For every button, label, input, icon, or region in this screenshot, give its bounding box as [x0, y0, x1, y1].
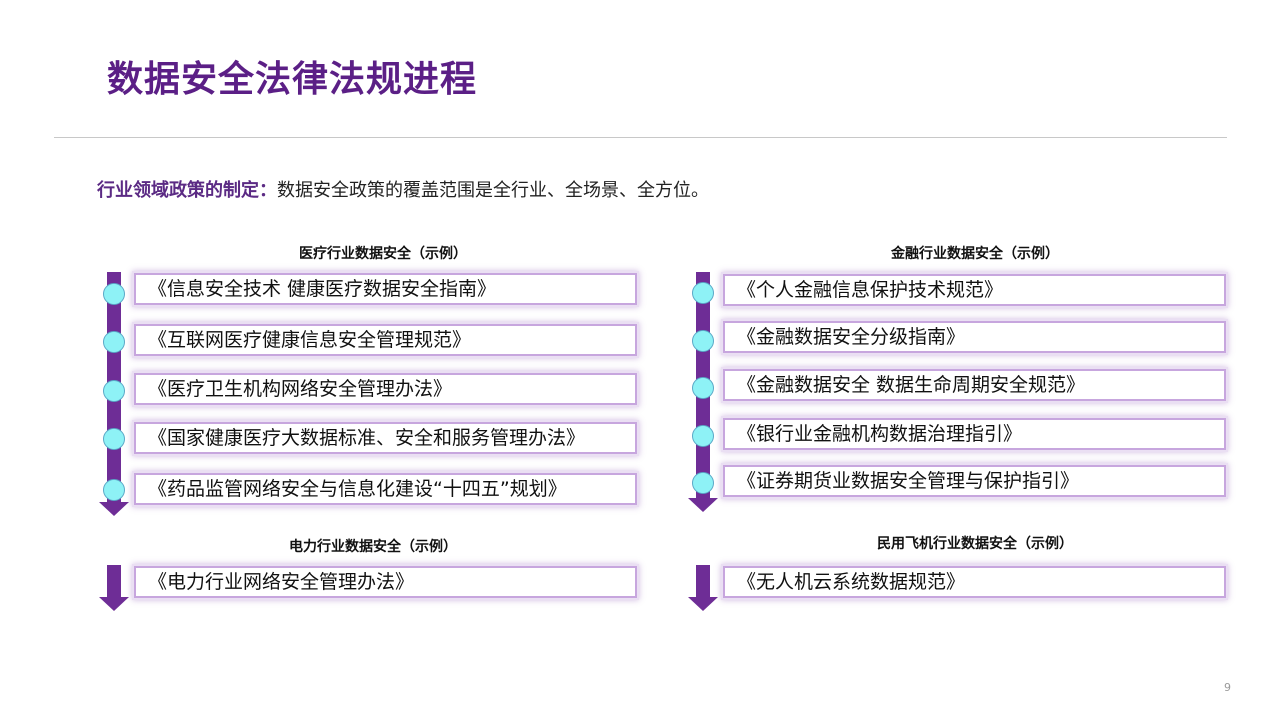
finance-arrow-icon: [688, 498, 718, 512]
page-title: 数据安全法律法规进程: [107, 59, 478, 100]
timeline-node-icon: [692, 425, 714, 447]
page-number: 9: [1224, 681, 1231, 694]
timeline-node-icon: [103, 283, 125, 305]
finance-item-3: 《金融数据安全 数据生命周期安全规范》: [723, 369, 1226, 401]
aviation-item-1: 《无人机云系统数据规范》: [723, 566, 1226, 598]
timeline-node-icon: [692, 330, 714, 352]
medical-item-2: 《互联网医疗健康信息安全管理规范》: [134, 324, 637, 356]
subtitle-key: 行业领域政策的制定：: [97, 180, 277, 201]
timeline-node-icon: [692, 377, 714, 399]
medical-item-5: 《药品监管网络安全与信息化建设“十四五”规划》: [134, 473, 637, 505]
timeline-node-icon: [103, 428, 125, 450]
subtitle: 行业领域政策的制定：数据安全政策的覆盖范围是全行业、全场景、全方位。: [97, 176, 709, 202]
finance-item-1: 《个人金融信息保护技术规范》: [723, 274, 1226, 306]
timeline-node-icon: [103, 331, 125, 353]
power-timeline-spine: [107, 565, 121, 597]
subtitle-text: 数据安全政策的覆盖范围是全行业、全场景、全方位。: [277, 180, 709, 201]
aviation-section-heading: 民用飞机行业数据安全（示例）: [877, 536, 1073, 552]
finance-item-5: 《证券期货业数据安全管理与保护指引》: [723, 465, 1226, 497]
medical-item-4: 《国家健康医疗大数据标准、安全和服务管理办法》: [134, 422, 637, 454]
medical-section-heading: 医疗行业数据安全（示例）: [299, 246, 467, 262]
power-arrow-icon: [99, 597, 129, 611]
medical-arrow-icon: [99, 502, 129, 516]
timeline-node-icon: [103, 479, 125, 501]
title-divider: [54, 137, 1227, 138]
power-section-heading: 电力行业数据安全（示例）: [289, 539, 457, 555]
finance-item-4: 《银行业金融机构数据治理指引》: [723, 418, 1226, 450]
timeline-node-icon: [692, 472, 714, 494]
medical-item-1: 《信息安全技术 健康医疗数据安全指南》: [134, 273, 637, 305]
aviation-timeline-spine: [696, 565, 710, 597]
finance-item-2: 《金融数据安全分级指南》: [723, 321, 1226, 353]
aviation-arrow-icon: [688, 597, 718, 611]
timeline-node-icon: [692, 282, 714, 304]
finance-section-heading: 金融行业数据安全（示例）: [891, 246, 1059, 262]
timeline-node-icon: [103, 380, 125, 402]
medical-item-3: 《医疗卫生机构网络安全管理办法》: [134, 373, 637, 405]
power-item-1: 《电力行业网络安全管理办法》: [134, 566, 637, 598]
